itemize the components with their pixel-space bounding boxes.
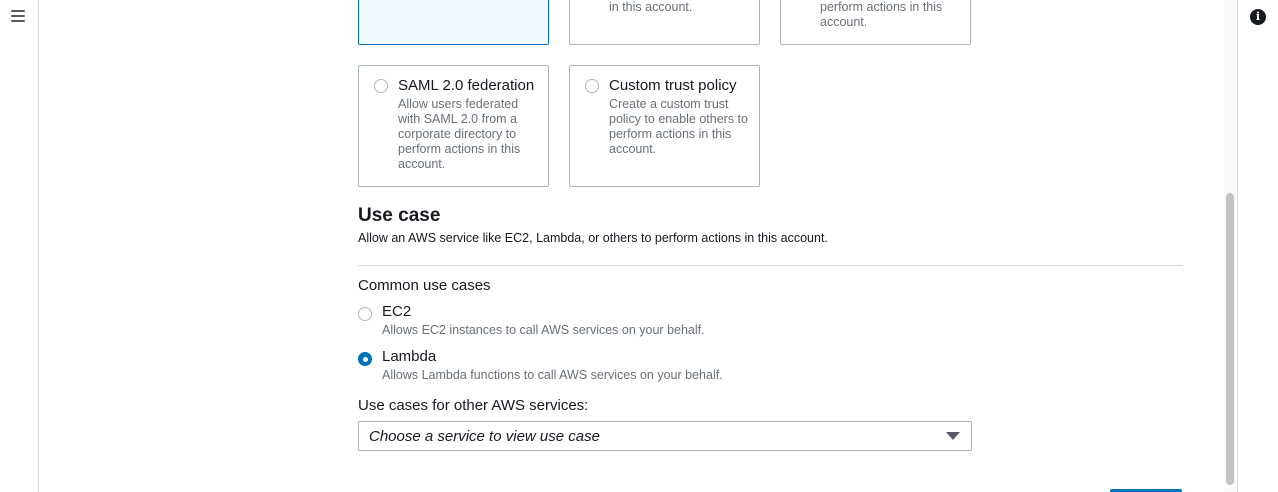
right-tools-rail: i: [1237, 0, 1278, 492]
radio-button-selected[interactable]: [358, 352, 372, 366]
section-divider: [358, 265, 1183, 266]
tile-title: SAML 2.0 federation: [398, 77, 535, 94]
hamburger-menu-icon[interactable]: [11, 10, 25, 24]
tile-saml-federation[interactable]: SAML 2.0 federation Allow users federate…: [358, 65, 549, 187]
tile-web-identity[interactable]: perform actions in this account.: [780, 0, 971, 45]
tile-title: Custom trust policy: [609, 77, 737, 94]
left-navigation-rail: [0, 0, 39, 492]
tile-description-fragment-line1: perform actions in this: [820, 0, 943, 14]
tile-radio[interactable]: [374, 79, 388, 93]
tile-description: Allow users federated with SAML 2.0 from…: [398, 97, 521, 171]
use-case-subtitle: Allow an AWS service like EC2, Lambda, o…: [358, 231, 828, 245]
common-use-cases-label: Common use cases: [358, 277, 491, 294]
use-case-option-label: EC2: [382, 303, 412, 320]
select-placeholder: Choose a service to view use case: [369, 428, 600, 445]
vertical-scrollbar[interactable]: [1224, 0, 1236, 492]
use-case-heading: Use case: [358, 205, 441, 226]
info-icon[interactable]: i: [1250, 9, 1266, 25]
tile-aws-account[interactable]: in this account.: [569, 0, 760, 45]
scrollbar-thumb[interactable]: [1226, 193, 1234, 485]
tile-description-fragment: in this account.: [609, 0, 693, 14]
tile-description: Create a custom trust policy to enable o…: [609, 97, 748, 156]
radio-button[interactable]: [358, 307, 372, 321]
other-services-label: Use cases for other AWS services:: [358, 397, 589, 414]
service-use-case-select[interactable]: Choose a service to view use case: [358, 421, 972, 451]
iam-create-role-page: in this account. perform actions in this…: [0, 0, 1278, 492]
use-case-option-description: Allows EC2 instances to call AWS service…: [382, 323, 705, 337]
tile-description-fragment-line2: account.: [820, 15, 868, 29]
caret-down-icon[interactable]: [946, 432, 960, 440]
use-case-option-label: Lambda: [382, 348, 437, 365]
tile-custom-trust-policy[interactable]: Custom trust policy Create a custom trus…: [569, 65, 760, 187]
tile-radio[interactable]: [585, 79, 599, 93]
use-case-option-description: Allows Lambda functions to call AWS serv…: [382, 368, 723, 382]
tile-aws-service[interactable]: [358, 0, 549, 45]
